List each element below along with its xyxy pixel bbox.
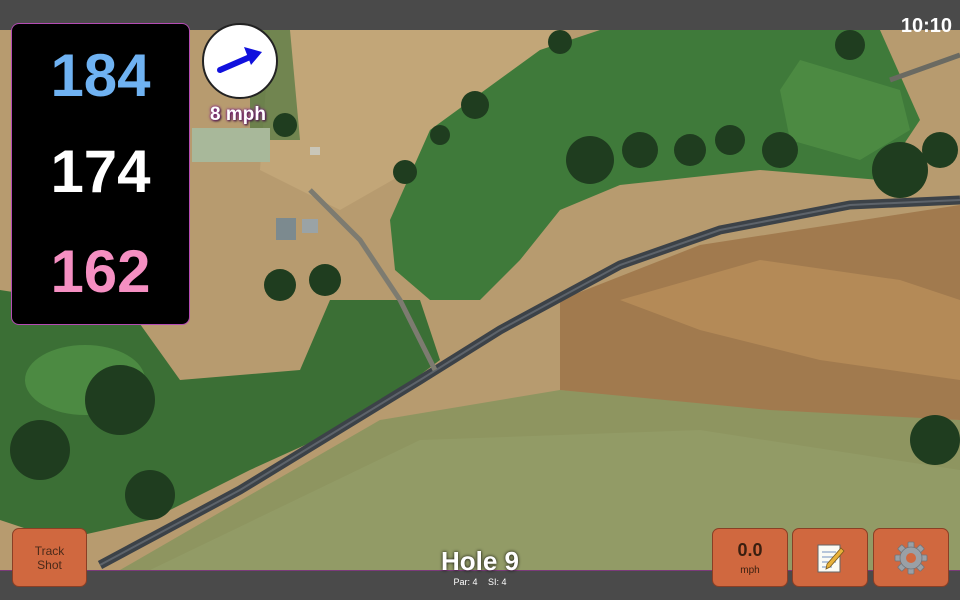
speed-value: 0.0 [737,539,763,560]
arrow-icon [217,47,262,73]
distance-panel: 184 174 162 [11,23,190,325]
wind-indicator [202,23,278,99]
wind-speed-label: 8 mph [210,104,266,125]
speed-unit: mph [740,564,760,576]
stroke-index-label: SI: 4 [488,577,507,587]
track-shot-button[interactable]: Track Shot [12,528,87,587]
settings-button[interactable] [873,528,949,587]
back-distance: 184 [50,42,151,109]
track-shot-label-line1: Track [34,543,65,558]
track-shot-label-line2: Shot [37,557,62,572]
par-label: Par: 4 [453,577,478,587]
status-clock: 10:10 [900,15,952,37]
gear-icon [894,541,928,574]
speed-button[interactable]: 0.0 mph [712,528,788,587]
notepad-icon [817,544,845,572]
notes-button[interactable] [792,528,868,587]
app-screen: 10:10 184 174 162 8 mph Track Shot Hole … [0,0,960,600]
front-distance: 162 [50,238,151,305]
middle-distance: 174 [50,138,151,205]
hole-details: Par: 4 SI: 4 [380,577,580,587]
hole-title: Hole 9 [440,546,520,576]
